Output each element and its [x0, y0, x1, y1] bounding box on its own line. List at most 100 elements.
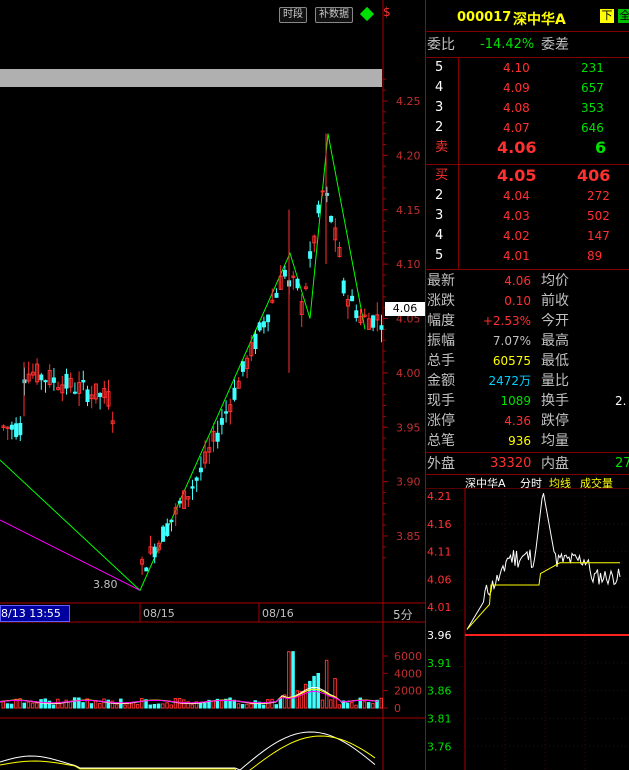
volume-bar [249, 703, 253, 709]
mini-tick-label: 4.06 [427, 573, 452, 586]
candle-body [354, 310, 359, 318]
buy-price-2[interactable]: 4.03 [503, 206, 530, 226]
sell-price-0[interactable]: 4.10 [503, 58, 530, 78]
cursor-date-label: 8/13 13:55 [0, 605, 70, 622]
sell-level-4: 卖 [435, 140, 449, 155]
candle-body [224, 411, 229, 414]
indicator-dollar-icon[interactable]: $ [383, 5, 391, 19]
stat-label-4: 总手 [427, 353, 455, 369]
stat-right-label-3: 最高 [541, 333, 569, 349]
volume-bar [173, 697, 178, 709]
stat-value-4: 60575 [492, 354, 531, 368]
price-tick-label: 4.20 [396, 149, 421, 162]
candle-body [144, 567, 149, 572]
buy-level-0: 买 [435, 168, 449, 183]
badge-all[interactable]: 全 [618, 9, 629, 23]
volume-bar [77, 697, 81, 709]
buy-price-4[interactable]: 4.01 [503, 246, 530, 266]
weibi-value: -14.42% [480, 37, 535, 52]
candle-body [152, 546, 157, 558]
price-tick-label: 4.25 [396, 95, 421, 108]
stat-label-2: 幅度 [427, 313, 455, 329]
volume-bar [26, 701, 31, 709]
volume-bar [236, 703, 241, 709]
volume-bar [198, 702, 203, 709]
candle-body [190, 486, 195, 489]
waipan-value: 33320 [490, 456, 532, 471]
kline-chart-canvas[interactable]: 4.254.204.154.104.054.003.953.903.853.80… [0, 0, 425, 770]
candle-body [14, 423, 19, 437]
candle-body [316, 204, 321, 214]
candle-body [379, 325, 384, 330]
volume-bar [89, 703, 94, 709]
timeframe-button[interactable]: 时段 [279, 7, 307, 23]
candle-body [329, 215, 334, 222]
candle-body [98, 392, 103, 398]
volume-bar [219, 700, 224, 709]
buy-price-0[interactable]: 4.05 [497, 166, 536, 186]
candle-body [295, 278, 300, 289]
buy-level-4: 5 [435, 248, 444, 263]
volume-bar [266, 699, 270, 709]
volume-bar [148, 704, 152, 709]
volume-bar [270, 698, 274, 709]
volume-bar [60, 702, 64, 709]
candle-body [194, 477, 199, 481]
date-label-0816: 08/16 [262, 607, 294, 620]
sell-price-2[interactable]: 4.08 [503, 98, 530, 118]
volume-bar [324, 659, 329, 709]
stat-value-8: 936 [508, 434, 531, 448]
neipan-label: 内盘 [541, 456, 569, 472]
candle-body [253, 333, 258, 350]
sell-price-1[interactable]: 4.09 [503, 78, 530, 98]
fill-data-button[interactable]: 补数据 [315, 7, 353, 23]
candle-body [371, 315, 376, 328]
candle-body [51, 377, 56, 383]
candle-body [320, 190, 325, 193]
candle-body [240, 361, 245, 372]
stat-label-8: 总笔 [427, 433, 455, 449]
volume-bar [303, 683, 308, 709]
kdj-k-line [0, 731, 376, 770]
date-label-0815: 08/15 [143, 607, 175, 620]
buy-price-1[interactable]: 4.04 [503, 186, 530, 206]
stock-name: 深中华A [513, 12, 566, 28]
neipan-value: 27 [615, 456, 629, 471]
mini-avg-line [466, 562, 620, 630]
volume-bar [102, 698, 106, 709]
vol-tick-label: 6000 [394, 650, 422, 663]
volume-bar [320, 699, 325, 709]
stat-value-1: 0.10 [504, 294, 531, 308]
stat-right-label-7: 跌停 [541, 413, 569, 429]
volume-bar [190, 704, 194, 709]
candle-body [282, 269, 287, 277]
sell-level-0: 5 [435, 60, 444, 75]
stat-value-6: 1089 [500, 394, 531, 408]
volume-bar [114, 704, 119, 709]
volume-bar [81, 702, 85, 709]
buy-vol-2: 502 [587, 209, 610, 223]
sell-vol-4: 6 [595, 138, 607, 157]
volume-bar [1, 701, 5, 709]
buy-level-3: 4 [435, 228, 444, 243]
candle-body [266, 314, 271, 323]
mini-intraday-chart[interactable]: 4.21 4.16 4.11 4.06 4.01 3.96 3.91 3.86 3.81 3.76… [425, 488, 629, 770]
sell-price-4[interactable]: 4.06 [497, 138, 536, 158]
stat-label-5: 金额 [427, 373, 455, 389]
volume-bar [135, 704, 140, 709]
stat-right-label-2: 今开 [541, 313, 569, 329]
buy-vol-0: 406 [577, 166, 611, 185]
buy-price-3[interactable]: 4.02 [503, 226, 530, 246]
stat-right-value-6: 2. [615, 394, 627, 408]
sell-vol-2: 353 [581, 101, 604, 115]
period-selector[interactable]: 5分 [393, 606, 413, 623]
volume-bar [182, 699, 186, 709]
badge-down[interactable]: 下 [600, 9, 614, 23]
volume-bar [123, 704, 127, 709]
candle-body [232, 387, 237, 400]
stat-label-3: 振幅 [427, 333, 455, 349]
sell-price-3[interactable]: 4.07 [503, 118, 530, 138]
volume-bar [291, 651, 295, 709]
volume-bar [379, 697, 383, 709]
stat-value-0: 4.06 [504, 274, 531, 288]
